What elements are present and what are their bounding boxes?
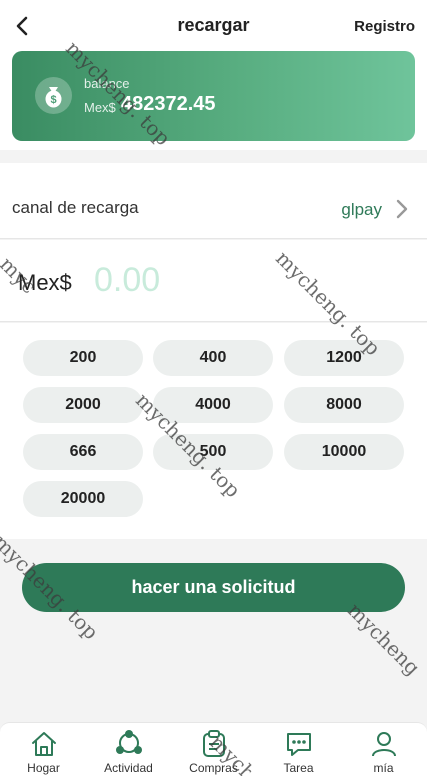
balance-card: $ balance Mex$ 482372.45 xyxy=(12,51,415,141)
nav-item-actividad[interactable]: Actividad xyxy=(86,723,171,776)
nav-label: Hogar xyxy=(27,761,60,775)
preset-amount-button[interactable]: 200 xyxy=(23,340,143,376)
svg-text:$: $ xyxy=(50,94,56,106)
preset-amounts: 200 400 1200 2000 4000 8000 666 500 1000… xyxy=(0,323,427,539)
nav-label: Tarea xyxy=(283,761,314,775)
preset-amount-button[interactable]: 666 xyxy=(23,434,143,470)
nav-item-mia[interactable]: mía xyxy=(341,723,426,776)
money-bag-icon: $ xyxy=(35,77,72,114)
preset-amount-button[interactable]: 10000 xyxy=(284,434,404,470)
preset-amount-button[interactable]: 4000 xyxy=(153,387,273,423)
bottom-nav: Hogar Actividad Compras Tarea mía xyxy=(0,722,427,776)
preset-amount-button[interactable]: 400 xyxy=(153,340,273,376)
nav-label: mía xyxy=(373,761,394,775)
balance-currency: Mex$ xyxy=(84,100,116,115)
channel-label: canal de recarga xyxy=(12,198,139,217)
amount-row: Mex$ xyxy=(0,240,427,322)
nav-label: Compras xyxy=(189,761,238,775)
balance-section: $ balance Mex$ 482372.45 xyxy=(0,51,427,150)
balance-label: balance xyxy=(84,76,130,91)
chat-icon xyxy=(287,733,311,756)
preset-amount-button[interactable]: 2000 xyxy=(23,387,143,423)
preset-amount-button[interactable]: 8000 xyxy=(284,387,404,423)
nav-item-hogar[interactable]: Hogar xyxy=(1,723,86,776)
registro-link[interactable]: Registro xyxy=(354,18,415,35)
preset-amount-button[interactable]: 500 xyxy=(153,434,273,470)
channel-value: glpay xyxy=(341,200,382,219)
nav-label: Actividad xyxy=(104,761,153,775)
amount-currency: Mex$ xyxy=(18,270,72,295)
user-icon xyxy=(372,732,396,757)
balance-value: 482372.45 xyxy=(121,93,216,115)
header: recargar Registro xyxy=(0,0,427,52)
amount-input[interactable] xyxy=(94,260,394,300)
preset-amount-button[interactable]: 20000 xyxy=(23,481,143,517)
submit-request-button[interactable]: hacer una solicitud xyxy=(22,563,405,612)
chevron-right-icon xyxy=(396,199,408,219)
preset-amount-button[interactable]: 1200 xyxy=(284,340,404,376)
nav-item-compras[interactable]: Compras xyxy=(171,723,256,776)
recharge-channel-row[interactable]: canal de recarga glpay xyxy=(0,163,427,239)
activity-icon xyxy=(116,730,142,754)
home-icon xyxy=(32,732,56,756)
clipboard-icon xyxy=(203,730,225,757)
nav-item-tarea[interactable]: Tarea xyxy=(256,723,341,776)
